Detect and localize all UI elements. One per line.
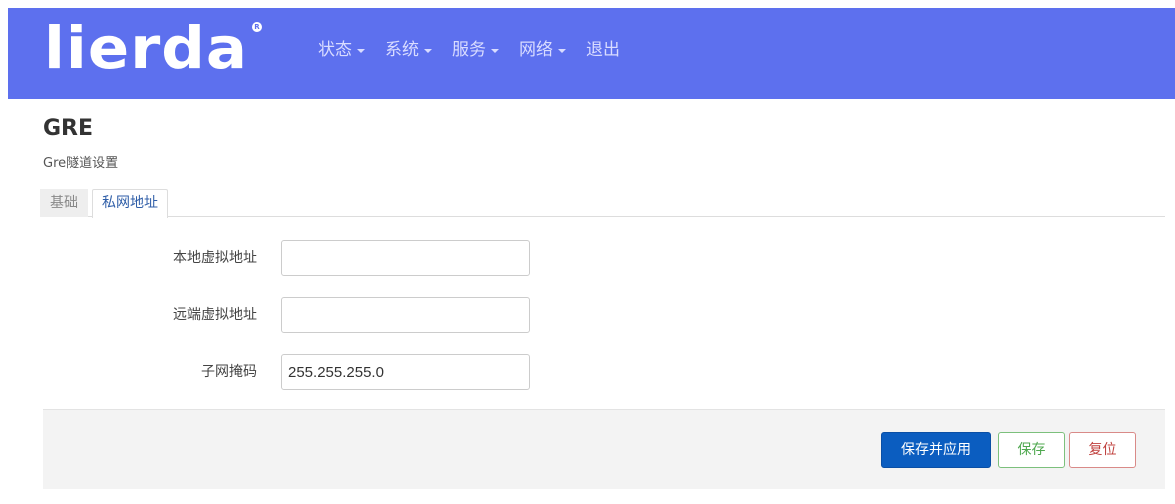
menu-system-label: 系统 (385, 40, 419, 60)
tab-private-address[interactable]: 私网地址 (92, 189, 168, 218)
local-virtual-address-input[interactable] (281, 240, 530, 276)
remote-virtual-address-label: 远端虚拟地址 (173, 307, 257, 323)
menu-status-label: 状态 (318, 40, 352, 60)
menu-network[interactable]: 网络 (519, 38, 574, 62)
logo-text: lierda (44, 14, 249, 82)
subnet-mask-input[interactable] (281, 354, 530, 390)
form-row-subnet-mask: 子网掩码 (0, 354, 600, 390)
menu-logout-label: 退出 (586, 40, 620, 60)
registered-mark-icon: R (252, 22, 262, 32)
subnet-mask-label: 子网掩码 (201, 364, 257, 380)
save-and-apply-button[interactable]: 保存并应用 (881, 432, 991, 468)
action-bar: 保存并应用 保存 复位 (43, 409, 1165, 489)
form-row-local-virtual-address: 本地虚拟地址 (0, 240, 600, 276)
menu-network-label: 网络 (519, 40, 553, 60)
brand-logo[interactable]: lierda R (44, 14, 262, 84)
page-title: GRE (43, 116, 94, 141)
reset-button[interactable]: 复位 (1069, 432, 1136, 468)
tab-bar: 基础 私网地址 (40, 189, 1165, 218)
menu-system[interactable]: 系统 (385, 38, 440, 62)
menu-logout[interactable]: 退出 (586, 38, 628, 62)
caret-down-icon (424, 49, 432, 53)
menu-services-label: 服务 (452, 40, 486, 60)
form-row-remote-virtual-address: 远端虚拟地址 (0, 297, 600, 333)
top-navbar: lierda R 状态 系统 服务 网络 退出 (8, 8, 1175, 99)
save-button[interactable]: 保存 (998, 432, 1065, 468)
menu-status[interactable]: 状态 (318, 38, 373, 62)
remote-virtual-address-input[interactable] (281, 297, 530, 333)
tab-basic[interactable]: 基础 (40, 189, 88, 217)
menu-services[interactable]: 服务 (452, 38, 507, 62)
caret-down-icon (491, 49, 499, 53)
page-description: Gre隧道设置 (43, 156, 119, 171)
caret-down-icon (357, 49, 365, 53)
local-virtual-address-label: 本地虚拟地址 (173, 250, 257, 266)
caret-down-icon (558, 49, 566, 53)
main-menu: 状态 系统 服务 网络 退出 (318, 38, 640, 62)
